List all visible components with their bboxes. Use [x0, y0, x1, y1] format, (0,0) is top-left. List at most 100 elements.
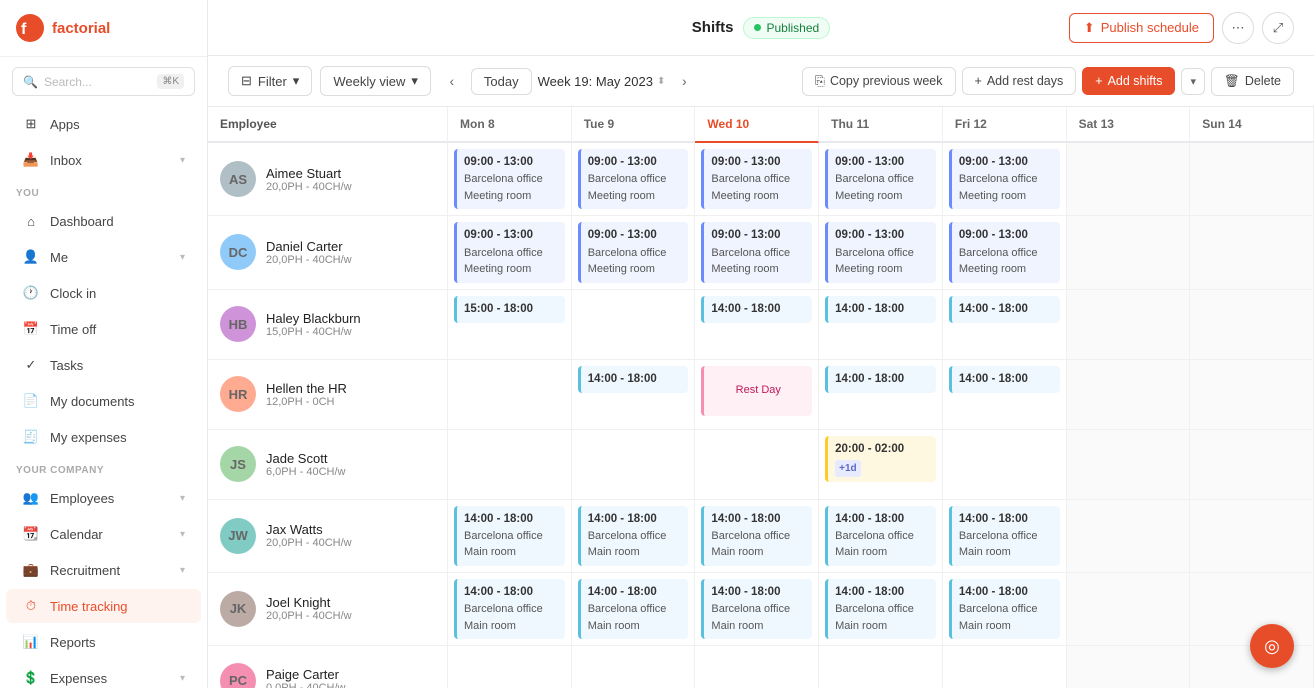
- shift-cell[interactable]: 09:00 - 13:00Barcelona officeMeeting roo…: [943, 216, 1067, 289]
- shift-cell[interactable]: 14:00 - 18:00Barcelona officeMain room: [695, 500, 819, 573]
- shift-cell[interactable]: 14:00 - 18:00Barcelona officeMain room: [943, 573, 1067, 646]
- shift-cell[interactable]: [1067, 430, 1191, 500]
- shift-cell[interactable]: [448, 646, 572, 688]
- shift-cell[interactable]: [943, 430, 1067, 500]
- add-rest-days-label: Add rest days: [987, 74, 1063, 88]
- shift-cell[interactable]: 09:00 - 13:00Barcelona officeMeeting roo…: [448, 143, 572, 216]
- employee-cell[interactable]: HRHellen the HR12,0PH - 0CH: [208, 360, 448, 430]
- shift-cell[interactable]: [819, 646, 943, 688]
- employee-cell[interactable]: ASAimee Stuart20,0PH - 40CH/w: [208, 143, 448, 216]
- more-options-button[interactable]: ⋯: [1222, 12, 1254, 44]
- sidebar-item-label: Inbox: [50, 153, 82, 168]
- filter-button[interactable]: ⊟ Filter ▾: [228, 66, 312, 96]
- sidebar-item-reports[interactable]: 📊 Reports: [6, 625, 201, 659]
- sidebar-item-calendar[interactable]: 📆 Calendar ▾: [6, 517, 201, 551]
- sidebar-item-inbox[interactable]: 📥 Inbox ▾: [6, 143, 201, 177]
- shift-cell[interactable]: 20:00 - 02:00 +1d: [819, 430, 943, 500]
- employee-cell[interactable]: HBHaley Blackburn15,0PH - 40CH/w: [208, 290, 448, 360]
- shift-cell[interactable]: 14:00 - 18:00: [695, 290, 819, 360]
- employee-cell[interactable]: PCPaige Carter0,0PH - 40CH/w: [208, 646, 448, 688]
- shift-block: 14:00 - 18:00: [701, 296, 812, 323]
- sidebar-item-time-tracking[interactable]: ⏱ Time tracking: [6, 589, 201, 623]
- shift-cell[interactable]: 14:00 - 18:00Barcelona officeMain room: [572, 500, 696, 573]
- shifts-dropdown-button[interactable]: ▾: [1181, 68, 1205, 95]
- support-button[interactable]: ◎: [1250, 624, 1294, 668]
- sidebar-item-dashboard[interactable]: ⌂ Dashboard: [6, 204, 201, 238]
- view-selector[interactable]: Weekly view ▾: [320, 66, 431, 96]
- shift-cell[interactable]: 14:00 - 18:00: [943, 360, 1067, 430]
- page-title: Shifts: [692, 19, 734, 36]
- shift-location: Barcelona office: [835, 171, 929, 188]
- sidebar-item-expenses[interactable]: 💲 Expenses ▾: [6, 661, 201, 688]
- prev-week-button[interactable]: ‹: [439, 68, 465, 94]
- shift-cell[interactable]: 14:00 - 18:00Barcelona officeMain room: [943, 500, 1067, 573]
- shift-cell[interactable]: 09:00 - 13:00Barcelona officeMeeting roo…: [695, 143, 819, 216]
- employee-cell[interactable]: DCDaniel Carter20,0PH - 40CH/w: [208, 216, 448, 289]
- publish-schedule-button[interactable]: ⬆ Publish schedule: [1069, 13, 1214, 43]
- shift-cell[interactable]: 09:00 - 13:00Barcelona officeMeeting roo…: [943, 143, 1067, 216]
- shift-cell[interactable]: [1067, 360, 1191, 430]
- shift-cell[interactable]: 15:00 - 18:00: [448, 290, 572, 360]
- shift-cell[interactable]: [1190, 216, 1314, 289]
- shift-cell[interactable]: [695, 646, 819, 688]
- shift-cell[interactable]: [1067, 646, 1191, 688]
- employee-cell[interactable]: JKJoel Knight20,0PH - 40CH/w: [208, 573, 448, 646]
- employee-cell[interactable]: JSJade Scott6,0PH - 40CH/w: [208, 430, 448, 500]
- shift-cell[interactable]: 14:00 - 18:00Barcelona officeMain room: [819, 500, 943, 573]
- next-week-button[interactable]: ›: [671, 68, 697, 94]
- add-shifts-button[interactable]: + Add shifts: [1082, 67, 1175, 95]
- shift-cell[interactable]: [1067, 500, 1191, 573]
- sidebar-item-clock-in[interactable]: 🕐 Clock in: [6, 276, 201, 310]
- shift-cell[interactable]: [1067, 573, 1191, 646]
- shift-room: Main room: [835, 618, 929, 635]
- shift-cell[interactable]: [1067, 143, 1191, 216]
- shift-cell[interactable]: [1190, 360, 1314, 430]
- add-rest-days-button[interactable]: + Add rest days: [962, 67, 1077, 95]
- shift-cell[interactable]: 14:00 - 18:00: [572, 360, 696, 430]
- shift-cell[interactable]: 09:00 - 13:00Barcelona officeMeeting roo…: [448, 216, 572, 289]
- shift-cell[interactable]: [572, 430, 696, 500]
- shift-cell[interactable]: [448, 360, 572, 430]
- sidebar-item-tasks[interactable]: ✓ Tasks: [6, 348, 201, 382]
- shift-cell[interactable]: 09:00 - 13:00Barcelona officeMeeting roo…: [819, 216, 943, 289]
- shift-cell[interactable]: 09:00 - 13:00Barcelona officeMeeting roo…: [572, 143, 696, 216]
- view-label: Weekly view: [333, 74, 405, 89]
- shift-cell[interactable]: 14:00 - 18:00Barcelona officeMain room: [819, 573, 943, 646]
- shift-time: 14:00 - 18:00: [588, 371, 682, 388]
- shift-cell[interactable]: [943, 646, 1067, 688]
- shift-cell[interactable]: 14:00 - 18:00Barcelona officeMain room: [695, 573, 819, 646]
- shift-cell[interactable]: [1190, 143, 1314, 216]
- copy-prev-week-button[interactable]: ⎘ Copy previous week: [802, 67, 956, 96]
- sidebar-item-employees[interactable]: 👥 Employees ▾: [6, 481, 201, 515]
- shift-cell[interactable]: 09:00 - 13:00Barcelona officeMeeting roo…: [695, 216, 819, 289]
- shift-cell[interactable]: 14:00 - 18:00: [819, 290, 943, 360]
- shift-cell[interactable]: 09:00 - 13:00Barcelona officeMeeting roo…: [819, 143, 943, 216]
- sidebar-item-my-expenses[interactable]: 🧾 My expenses: [6, 420, 201, 454]
- sidebar-item-my-documents[interactable]: 📄 My documents: [6, 384, 201, 418]
- sidebar-item-me[interactable]: 👤 Me ▾: [6, 240, 201, 274]
- shift-cell[interactable]: [1067, 290, 1191, 360]
- shift-cell[interactable]: [1190, 430, 1314, 500]
- shift-cell[interactable]: 14:00 - 18:00: [943, 290, 1067, 360]
- shift-cell[interactable]: [572, 646, 696, 688]
- shift-cell[interactable]: [695, 430, 819, 500]
- shift-cell[interactable]: [572, 290, 696, 360]
- shift-cell[interactable]: 09:00 - 13:00Barcelona officeMeeting roo…: [572, 216, 696, 289]
- shift-cell[interactable]: [448, 430, 572, 500]
- shift-cell[interactable]: 14:00 - 18:00Barcelona officeMain room: [448, 573, 572, 646]
- search-box[interactable]: 🔍 Search... ⌘K: [12, 67, 195, 96]
- today-button[interactable]: Today: [471, 68, 532, 95]
- sidebar-item-apps[interactable]: ⊞ Apps: [6, 107, 201, 141]
- shift-cell[interactable]: [1190, 500, 1314, 573]
- shift-cell[interactable]: Rest Day: [695, 360, 819, 430]
- sidebar-item-recruitment[interactable]: 💼 Recruitment ▾: [6, 553, 201, 587]
- shift-cell[interactable]: 14:00 - 18:00Barcelona officeMain room: [448, 500, 572, 573]
- shift-cell[interactable]: 14:00 - 18:00Barcelona officeMain room: [572, 573, 696, 646]
- shift-cell[interactable]: [1190, 290, 1314, 360]
- expand-button[interactable]: ⤢: [1262, 12, 1294, 44]
- shift-cell[interactable]: [1067, 216, 1191, 289]
- employee-cell[interactable]: JWJax Watts20,0PH - 40CH/w: [208, 500, 448, 573]
- sidebar-item-time-off[interactable]: 📅 Time off: [6, 312, 201, 346]
- shift-cell[interactable]: 14:00 - 18:00: [819, 360, 943, 430]
- delete-button[interactable]: 🗑 Delete: [1211, 67, 1294, 96]
